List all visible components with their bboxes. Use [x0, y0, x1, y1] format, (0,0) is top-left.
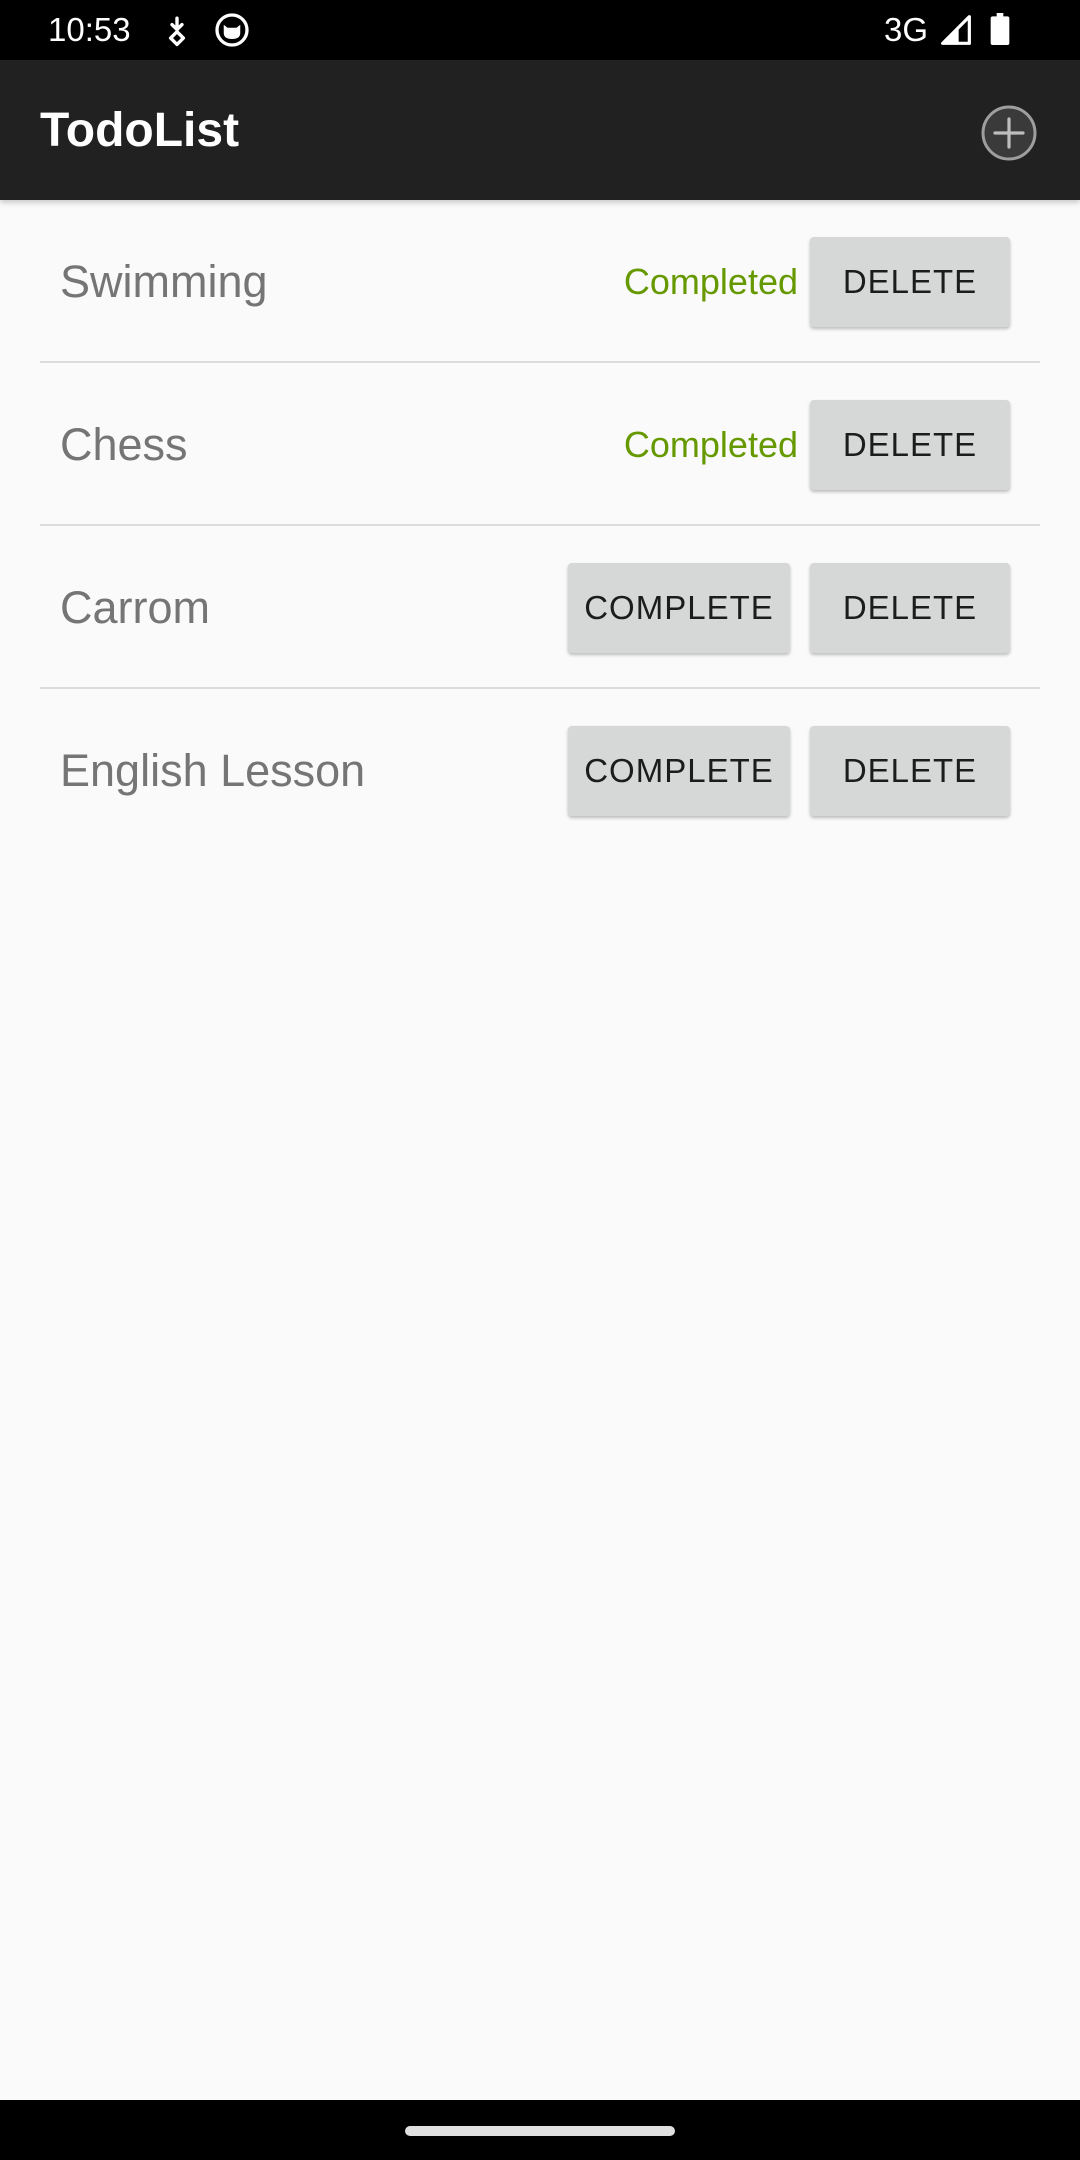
add-todo-button[interactable]: [978, 102, 1040, 164]
network-type: 3G: [884, 11, 929, 48]
delete-button[interactable]: DELETE: [810, 236, 1010, 327]
todo-actions: COMPLETE DELETE: [568, 526, 1010, 689]
signal-icon: [941, 15, 971, 45]
download-notification-icon: [168, 16, 186, 47]
todo-name: English Lesson: [60, 745, 366, 796]
delete-button[interactable]: DELETE: [810, 725, 1010, 816]
todo-item-swimming: Swimming Completed DELETE: [0, 200, 1080, 363]
todo-name: Chess: [60, 419, 188, 470]
home-gesture-handle[interactable]: [405, 2126, 675, 2136]
complete-button[interactable]: COMPLETE: [568, 562, 790, 653]
battery-icon: [990, 13, 1010, 45]
complete-button[interactable]: COMPLETE: [568, 725, 790, 816]
todo-actions: COMPLETE DELETE: [568, 689, 1010, 852]
delete-button[interactable]: DELETE: [810, 399, 1010, 490]
todo-item-carrom: Carrom COMPLETE DELETE: [0, 526, 1080, 689]
cat-face-notification-icon: [215, 13, 249, 47]
add-circle-icon: [981, 105, 1037, 161]
status-time: 10:53: [48, 11, 131, 48]
status-bar: 10:53 3G: [0, 0, 1080, 60]
app-bar: TodoList: [0, 60, 1080, 200]
todo-list: Swimming Completed DELETE Chess Complete…: [0, 200, 1080, 852]
todo-actions: Completed DELETE: [624, 363, 1010, 526]
todo-name: Carrom: [60, 582, 211, 633]
delete-button[interactable]: DELETE: [810, 562, 1010, 653]
completed-label: Completed: [623, 423, 798, 465]
app-title: TodoList: [40, 104, 240, 157]
todo-item-english-lesson: English Lesson COMPLETE DELETE: [0, 689, 1080, 852]
todo-name: Swimming: [60, 256, 268, 307]
todo-actions: Completed DELETE: [624, 200, 1010, 363]
completed-label: Completed: [623, 260, 798, 302]
navigation-bar: [0, 2100, 1080, 2160]
todo-item-chess: Chess Completed DELETE: [0, 363, 1080, 526]
